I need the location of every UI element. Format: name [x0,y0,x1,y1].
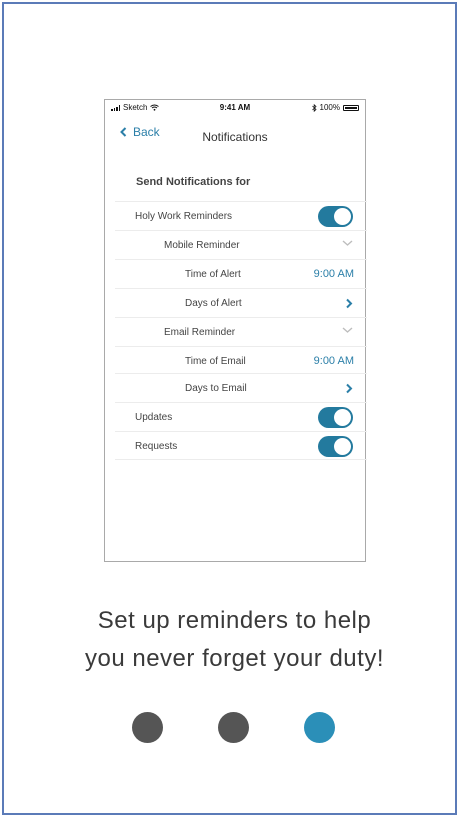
row-label: Email Reminder [164,327,236,338]
row-updates: Updates [115,402,367,431]
chevron-right-icon [346,383,353,394]
chevron-down-icon [342,327,353,333]
row-label: Mobile Reminder [164,240,240,251]
section-title: Send Notifications for [136,176,251,188]
page-title: Notifications [202,130,268,144]
updates-toggle[interactable] [318,407,353,428]
bluetooth-icon [311,103,317,112]
phone-mockup: Sketch 9:41 AM 100% Back Notifications S… [104,99,367,562]
row-days-to-email[interactable]: Days to Email [115,373,367,402]
battery-percent: 100% [319,103,340,112]
onboarding-caption: Set up reminders to help you never forge… [4,602,461,678]
row-email-reminder[interactable]: Email Reminder [115,317,367,346]
nav-bar: Back Notifications [105,122,365,146]
row-label: Requests [135,441,178,452]
chevron-right-icon [346,298,353,309]
page-dot-3[interactable] [304,712,335,743]
row-label: Updates [135,412,173,423]
row-label: Days of Alert [185,298,242,309]
requests-toggle[interactable] [318,436,353,457]
row-label: Days to Email [185,383,247,394]
row-label: Holy Work Reminders [135,211,233,222]
chevron-down-icon [342,240,353,246]
pagination-dots [4,712,461,744]
holy-work-toggle[interactable] [318,206,353,227]
page-dot-2[interactable] [218,712,249,743]
time-of-alert-value[interactable]: 9:00 AM [314,268,354,280]
row-label: Time of Email [185,356,246,367]
caption-line-1: Set up reminders to help [97,607,372,634]
time-of-email-value[interactable]: 9:00 AM [314,355,354,367]
row-days-of-alert[interactable]: Days of Alert [115,288,367,317]
row-label: Time of Alert [185,269,241,280]
row-time-of-alert[interactable]: Time of Alert 9:00 AM [115,259,367,288]
onboarding-frame: Sketch 9:41 AM 100% Back Notifications S… [2,2,457,815]
row-mobile-reminder[interactable]: Mobile Reminder [115,230,367,259]
page-dot-1[interactable] [132,712,163,743]
row-requests: Requests [115,431,367,460]
row-time-of-email[interactable]: Time of Email 9:00 AM [115,346,367,375]
caption-line-2: you never forget your duty! [85,645,384,672]
battery-icon [343,104,359,111]
status-bar: Sketch 9:41 AM 100% [105,100,365,115]
row-holy-work-reminders: Holy Work Reminders [115,201,367,230]
